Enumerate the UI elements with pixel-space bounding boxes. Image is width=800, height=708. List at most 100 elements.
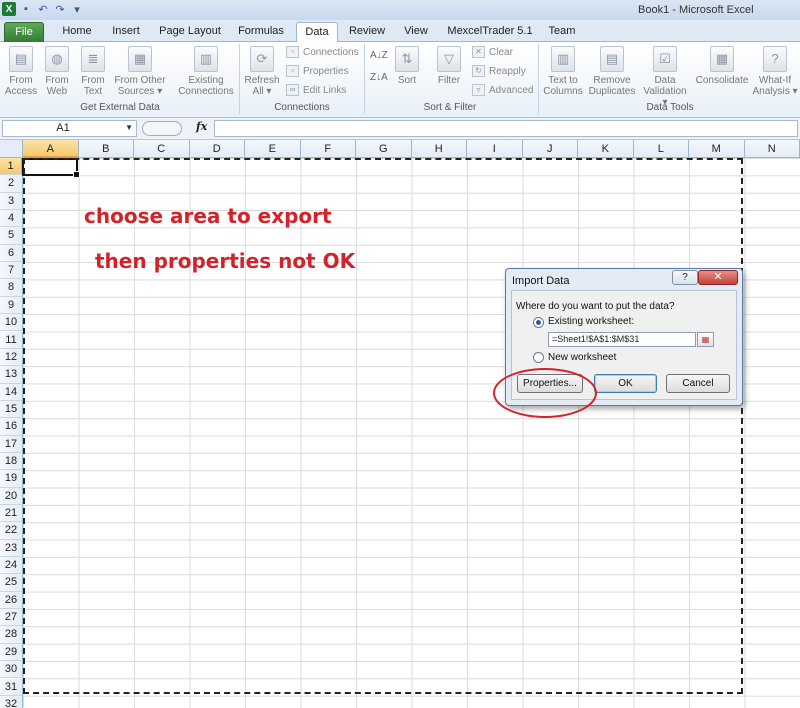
cell-area[interactable] (23, 158, 800, 708)
cancel-button[interactable]: Cancel (666, 374, 730, 393)
row-header[interactable]: 28 (0, 626, 23, 644)
tab-data[interactable]: Data (296, 22, 338, 43)
tab-view[interactable]: View (396, 22, 436, 42)
row-header[interactable]: 6 (0, 244, 23, 263)
row-header[interactable]: 32 (0, 695, 23, 708)
connections-button[interactable]: ▫ Connections (286, 46, 359, 58)
column-header[interactable]: F (300, 140, 356, 158)
row-header[interactable]: 9 (0, 296, 23, 315)
column-header[interactable]: L (633, 140, 689, 158)
row-header[interactable]: 14 (0, 383, 23, 401)
advanced-button[interactable]: ▿ Advanced (472, 84, 533, 96)
column-header[interactable]: I (467, 140, 523, 158)
row-header[interactable]: 7 (0, 262, 23, 280)
row-header[interactable]: 16 (0, 418, 23, 436)
edit-links-button[interactable]: ∞ Edit Links (286, 84, 346, 96)
help-button[interactable]: ? (672, 270, 698, 285)
ok-button[interactable]: OK (594, 374, 657, 393)
row-header[interactable]: 4 (0, 210, 23, 228)
row-header[interactable]: 27 (0, 609, 23, 627)
column-header[interactable]: J (522, 140, 578, 158)
row-header[interactable]: 10 (0, 314, 23, 332)
row-header[interactable]: 17 (0, 435, 23, 453)
row-header[interactable]: 25 (0, 574, 23, 592)
row-header[interactable]: 18 (0, 452, 23, 471)
row-header[interactable]: 31 (0, 678, 23, 696)
row-header[interactable]: 11 (0, 331, 23, 349)
column-header[interactable]: K (578, 140, 634, 158)
row-header[interactable]: 20 (0, 487, 23, 505)
insert-function-icon[interactable]: fx (196, 120, 207, 133)
tab-mexceltrader[interactable]: MexcelTrader 5.1 (446, 22, 534, 42)
select-all-corner[interactable] (0, 140, 23, 158)
from-web-button[interactable]: ◍ From Web (40, 46, 74, 97)
row-header[interactable]: 19 (0, 470, 23, 488)
column-header[interactable]: B (78, 140, 134, 158)
remove-duplicates-button[interactable]: ▤ Remove Duplicates (588, 46, 636, 97)
customize-qat-icon[interactable]: ▾ (70, 2, 84, 16)
formula-input[interactable] (214, 120, 798, 137)
column-header[interactable]: A (23, 140, 79, 158)
row-header[interactable]: 3 (0, 192, 23, 211)
from-other-sources-button[interactable]: ▦ From Other Sources ▾ (112, 46, 168, 97)
close-button[interactable]: ✕ (698, 270, 738, 285)
row-header[interactable]: 30 (0, 661, 23, 679)
column-header[interactable]: H (411, 140, 467, 158)
row-header[interactable]: 5 (0, 227, 23, 245)
collapse-dialog-icon[interactable]: ▦ (697, 332, 714, 347)
tab-team[interactable]: Team (540, 22, 584, 42)
row-header[interactable]: 13 (0, 366, 23, 384)
new-worksheet-radio[interactable] (533, 352, 544, 363)
tab-formulas[interactable]: Formulas (234, 22, 288, 42)
row-header[interactable]: 12 (0, 348, 23, 367)
tab-insert[interactable]: Insert (106, 22, 146, 42)
database-icon: ▤ (9, 46, 33, 72)
row-header[interactable]: 24 (0, 557, 23, 575)
row-header[interactable]: 2 (0, 175, 23, 193)
column-header[interactable]: C (134, 140, 190, 158)
properties-button[interactable]: ▫ Properties (286, 65, 349, 77)
from-access-button[interactable]: ▤ From Access (4, 46, 38, 97)
tab-page-layout[interactable]: Page Layout (156, 22, 224, 42)
from-text-button[interactable]: ≣ From Text (76, 46, 110, 97)
redo-icon[interactable]: ↷ (53, 2, 67, 16)
row-header[interactable]: 21 (0, 505, 23, 523)
text-to-columns-button[interactable]: ▥ Text to Columns (542, 46, 584, 97)
active-cell[interactable] (22, 158, 80, 178)
tab-file[interactable]: File (4, 22, 44, 42)
properties-dialog-button[interactable]: Properties... (517, 374, 583, 393)
existing-worksheet-radio[interactable] (533, 317, 544, 328)
row-header[interactable]: 15 (0, 400, 23, 419)
sort-za-button[interactable]: Z↓A (370, 72, 388, 83)
data-validation-button[interactable]: ☑ Data Validation ▾ (640, 46, 690, 108)
reapply-button[interactable]: ↻ Reapply (472, 65, 526, 77)
column-header[interactable]: E (245, 140, 301, 158)
what-if-analysis-button[interactable]: ? What-If Analysis ▾ (752, 46, 798, 97)
column-header[interactable]: G (356, 140, 412, 158)
name-box[interactable]: A1 ▼ (2, 120, 137, 137)
chevron-down-icon[interactable]: ▼ (125, 123, 133, 132)
refresh-all-button[interactable]: ⟳ Refresh All ▾ (244, 46, 280, 97)
tab-home[interactable]: Home (56, 22, 98, 42)
clear-button[interactable]: ✕ Clear (472, 46, 513, 58)
row-header[interactable]: 1 (0, 158, 23, 176)
existing-worksheet-label[interactable]: Existing worksheet: (548, 316, 634, 327)
undo-icon[interactable]: ↶ (36, 2, 50, 16)
tab-review[interactable]: Review (344, 22, 390, 42)
sort-az-button[interactable]: A↓Z (370, 50, 388, 61)
column-header[interactable]: N (744, 140, 800, 158)
save-icon[interactable]: ▪ (19, 2, 33, 16)
row-header[interactable]: 22 (0, 522, 23, 540)
new-worksheet-label[interactable]: New worksheet (548, 352, 616, 363)
row-header[interactable]: 8 (0, 279, 23, 297)
row-header[interactable]: 23 (0, 539, 23, 558)
filter-button[interactable]: ▽ Filter (434, 46, 464, 86)
column-header[interactable]: D (189, 140, 245, 158)
existing-connections-button[interactable]: ▥ Existing Connections (176, 46, 236, 97)
row-header[interactable]: 29 (0, 643, 23, 662)
sort-button[interactable]: ⇅ Sort (394, 46, 420, 86)
column-header[interactable]: M (689, 140, 745, 158)
reference-input[interactable]: =Sheet1!$A$1:$M$31 (548, 332, 696, 347)
consolidate-button[interactable]: ▦ Consolidate (694, 46, 750, 86)
row-header[interactable]: 26 (0, 591, 23, 610)
